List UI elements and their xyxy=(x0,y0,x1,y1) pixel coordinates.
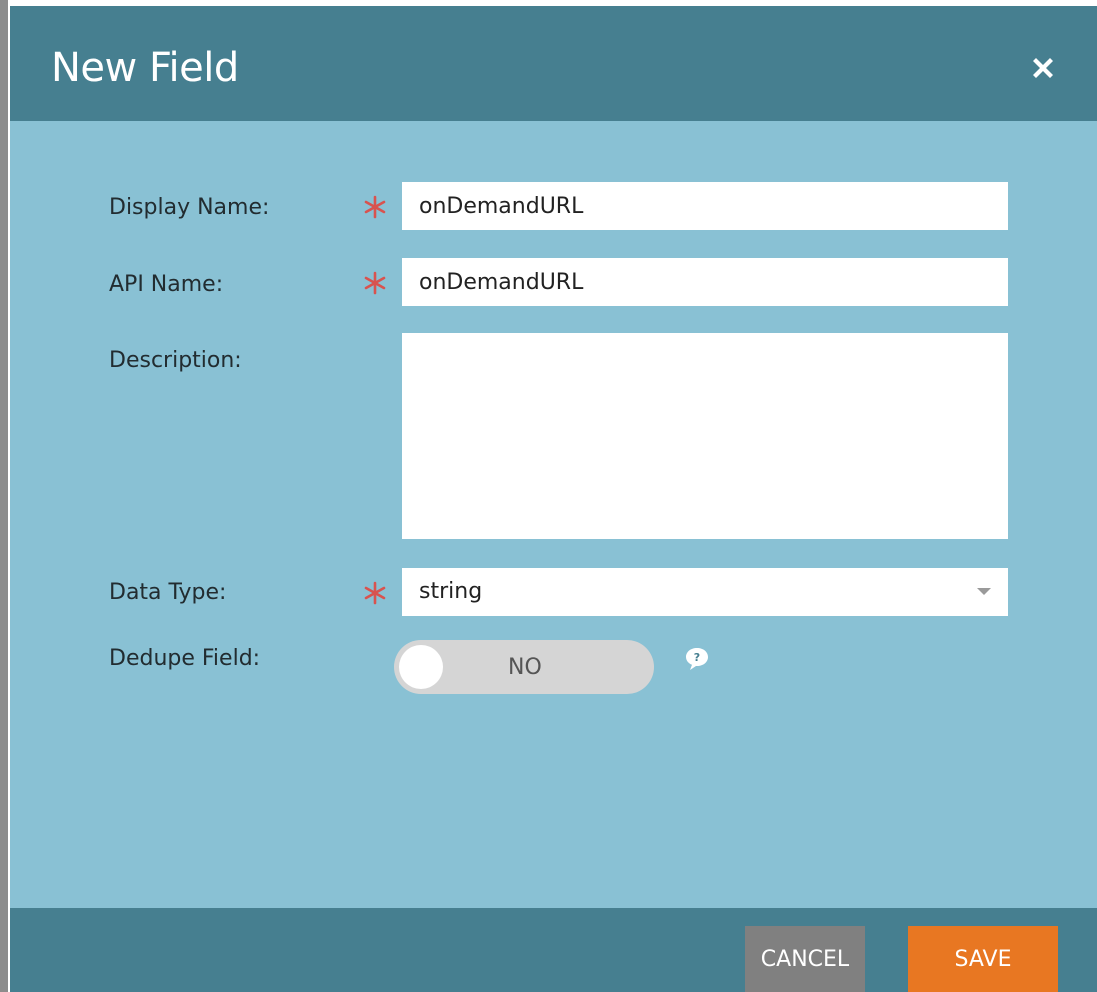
toggle-state-label: NO xyxy=(508,655,542,680)
description-label: Description: xyxy=(109,348,242,373)
dialog-footer: CANCEL SAVE xyxy=(10,908,1097,992)
new-field-dialog: New Field Display Name: API Name: xyxy=(10,6,1097,992)
help-bubble-icon[interactable]: ? xyxy=(684,646,710,672)
display-name-field[interactable] xyxy=(402,182,1008,230)
close-icon[interactable] xyxy=(1027,52,1059,84)
dialog-header: New Field xyxy=(10,6,1097,121)
api-name-field[interactable] xyxy=(402,258,1008,306)
chevron-down-icon xyxy=(977,588,991,595)
dialog-title: New Field xyxy=(51,45,239,91)
required-asterisk-icon xyxy=(362,194,388,220)
dedupe-field-toggle[interactable]: NO xyxy=(394,640,654,694)
backdrop-edge xyxy=(0,0,8,992)
data-type-value: string xyxy=(419,579,483,604)
required-asterisk-icon xyxy=(362,270,388,296)
toggle-knob xyxy=(399,645,443,689)
required-asterisk-icon xyxy=(362,580,388,606)
data-type-label: Data Type: xyxy=(109,580,227,605)
display-name-label: Display Name: xyxy=(109,195,270,220)
api-name-label: API Name: xyxy=(109,272,224,297)
save-button[interactable]: SAVE xyxy=(908,926,1058,992)
description-field[interactable] xyxy=(402,333,1008,539)
cancel-button[interactable]: CANCEL xyxy=(745,926,865,992)
svg-text:?: ? xyxy=(694,651,700,664)
data-type-select[interactable]: string xyxy=(402,568,1008,616)
dedupe-field-label: Dedupe Field: xyxy=(109,646,261,671)
